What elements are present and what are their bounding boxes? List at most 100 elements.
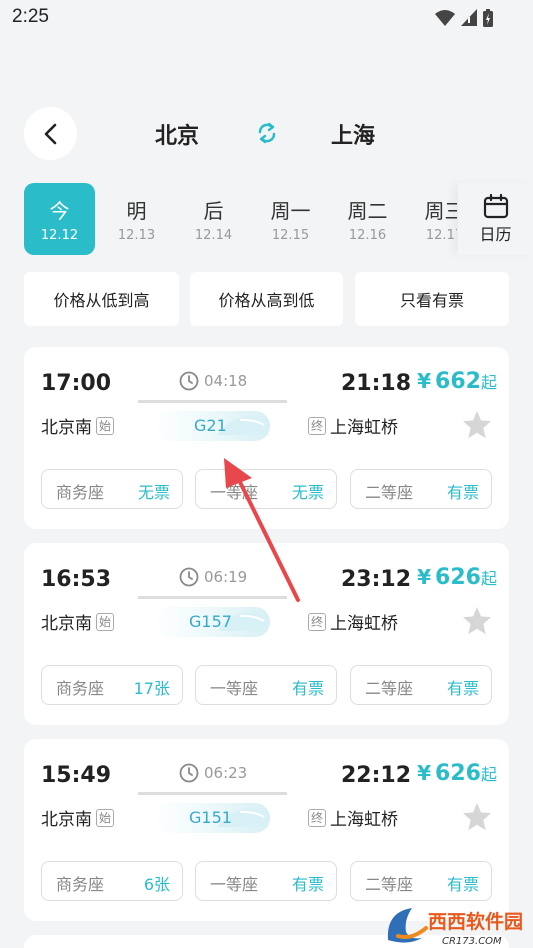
seat-second-class[interactable]: 二等座 有票 [350, 665, 492, 705]
back-button[interactable] [24, 107, 77, 160]
train-number-badge: G157 [154, 607, 270, 637]
price-amount: 662 [435, 369, 481, 394]
price-amount: 626 [435, 761, 481, 786]
seat-name: 二等座 [365, 483, 414, 502]
sort-price-high-to-low-button[interactable]: 价格从高到低 [190, 272, 343, 326]
seat-business[interactable]: 商务座 6张 [41, 861, 183, 901]
seat-business[interactable]: 商务座 17张 [41, 665, 183, 705]
watermark-subtext: CR173.COM [442, 936, 502, 947]
clock-icon [179, 371, 199, 391]
status-icons [435, 9, 493, 27]
seat-second-class[interactable]: 二等座 有票 [350, 861, 492, 901]
date-item-day-after[interactable]: 后 12.14 [178, 183, 249, 255]
departure-time: 16:53 [41, 567, 112, 592]
seat-business[interactable]: 商务座 无票 [41, 469, 183, 509]
departure-station: 北京南 始 [41, 609, 114, 634]
date-label: 周二 [347, 199, 388, 223]
price-suffix: 起 [480, 373, 497, 392]
departure-city[interactable]: 北京 [155, 118, 199, 150]
currency-symbol: ¥ [417, 565, 432, 589]
arrival-time: 23:12 [341, 567, 412, 592]
train-number: G157 [189, 612, 232, 631]
duration-text: 04:18 [204, 372, 248, 390]
origin-tag: 始 [96, 808, 114, 827]
battery-icon [483, 9, 493, 27]
duration: 06:23 [179, 763, 247, 783]
date-item-tuesday[interactable]: 周二 12.16 [332, 183, 403, 255]
price: ¥ 662 起 [417, 369, 497, 394]
duration-text: 06:19 [204, 568, 248, 586]
date-strip: 今 12.12 明 12.13 后 12.14 周一 12.15 周二 12.1… [24, 183, 457, 255]
seat-first-class[interactable]: 一等座 有票 [195, 665, 337, 705]
arrival-station-name: 上海虹桥 [330, 614, 398, 634]
date-value: 12.12 [40, 228, 79, 243]
seat-name: 二等座 [365, 679, 414, 698]
clock-icon [179, 567, 199, 587]
seat-name: 商务座 [56, 679, 105, 698]
date-value: 12.15 [271, 228, 310, 243]
watermark-icon: 西西软件园 CR173.COM [387, 908, 523, 947]
arrival-time: 22:12 [341, 763, 412, 788]
date-value: 12.16 [348, 228, 387, 243]
arrival-city[interactable]: 上海 [331, 118, 375, 150]
seat-name: 一等座 [210, 875, 259, 894]
watermark-logo: 西西软件园 CR173.COM [382, 900, 533, 948]
only-available-button[interactable]: 只看有票 [355, 272, 509, 326]
date-item-tomorrow[interactable]: 明 12.13 [101, 183, 172, 255]
seat-name: 一等座 [210, 483, 259, 502]
date-item-monday[interactable]: 周一 12.15 [255, 183, 326, 255]
wifi-icon [435, 10, 455, 26]
route-line [138, 596, 287, 599]
terminal-tag: 终 [308, 416, 326, 435]
seat-status: 有票 [446, 679, 479, 698]
calendar-button[interactable]: 日历 [458, 183, 533, 255]
seat-first-class[interactable]: 一等座 有票 [195, 861, 337, 901]
seat-status: 无票 [291, 483, 324, 502]
arrival-station: 终 上海虹桥 [308, 413, 398, 438]
departure-time: 17:00 [41, 371, 112, 396]
price: ¥ 626 起 [417, 761, 497, 786]
clock-icon [179, 763, 199, 783]
star-icon[interactable] [461, 409, 493, 441]
currency-symbol: ¥ [417, 761, 432, 785]
terminal-tag: 终 [308, 612, 326, 631]
seat-status: 有票 [291, 679, 324, 698]
train-number-badge: G21 [154, 411, 270, 441]
seat-name: 一等座 [210, 679, 259, 698]
price: ¥ 626 起 [417, 565, 497, 590]
train-card[interactable]: 16:53 06:19 23:12 ¥ 626 起 北京南 始 G157 终 上… [24, 543, 509, 725]
seat-status: 17张 [133, 679, 170, 698]
sort-price-low-to-high-button[interactable]: 价格从低到高 [24, 272, 179, 326]
departure-station-name: 北京南 [41, 614, 92, 634]
star-icon[interactable] [461, 801, 493, 833]
duration-text: 06:23 [204, 764, 248, 782]
seat-status: 有票 [446, 875, 479, 894]
price-suffix: 起 [480, 765, 497, 784]
date-label: 周三 [424, 199, 458, 223]
train-card[interactable]: 15:49 06:23 22:12 ¥ 626 起 北京南 始 G151 终 上… [24, 739, 509, 921]
date-label: 明 [126, 199, 147, 223]
signal-icon [461, 9, 477, 26]
arrival-station-name: 上海虹桥 [330, 810, 398, 830]
date-item-today[interactable]: 今 12.12 [24, 183, 95, 255]
seat-first-class[interactable]: 一等座 无票 [195, 469, 337, 509]
seat-name: 二等座 [365, 875, 414, 894]
swap-icon[interactable] [255, 121, 279, 145]
departure-station-name: 北京南 [41, 810, 92, 830]
route-line [138, 792, 287, 795]
duration: 04:18 [179, 371, 247, 391]
route-line [138, 400, 287, 403]
duration: 06:19 [179, 567, 247, 587]
star-icon[interactable] [461, 605, 493, 637]
train-number: G21 [194, 416, 227, 435]
arrival-station: 终 上海虹桥 [308, 609, 398, 634]
calendar-label: 日历 [479, 225, 512, 244]
date-value: 12.13 [117, 228, 156, 243]
seat-second-class[interactable]: 二等座 有票 [350, 469, 492, 509]
seat-name: 商务座 [56, 875, 105, 894]
currency-symbol: ¥ [417, 369, 432, 393]
arrival-time: 21:18 [341, 371, 412, 396]
status-time: 2:25 [12, 6, 49, 27]
train-card[interactable]: 17:00 04:18 21:18 ¥ 662 起 北京南 始 G21 终 上海… [24, 347, 509, 529]
date-item-wednesday[interactable]: 周三 12.17 [409, 183, 458, 255]
